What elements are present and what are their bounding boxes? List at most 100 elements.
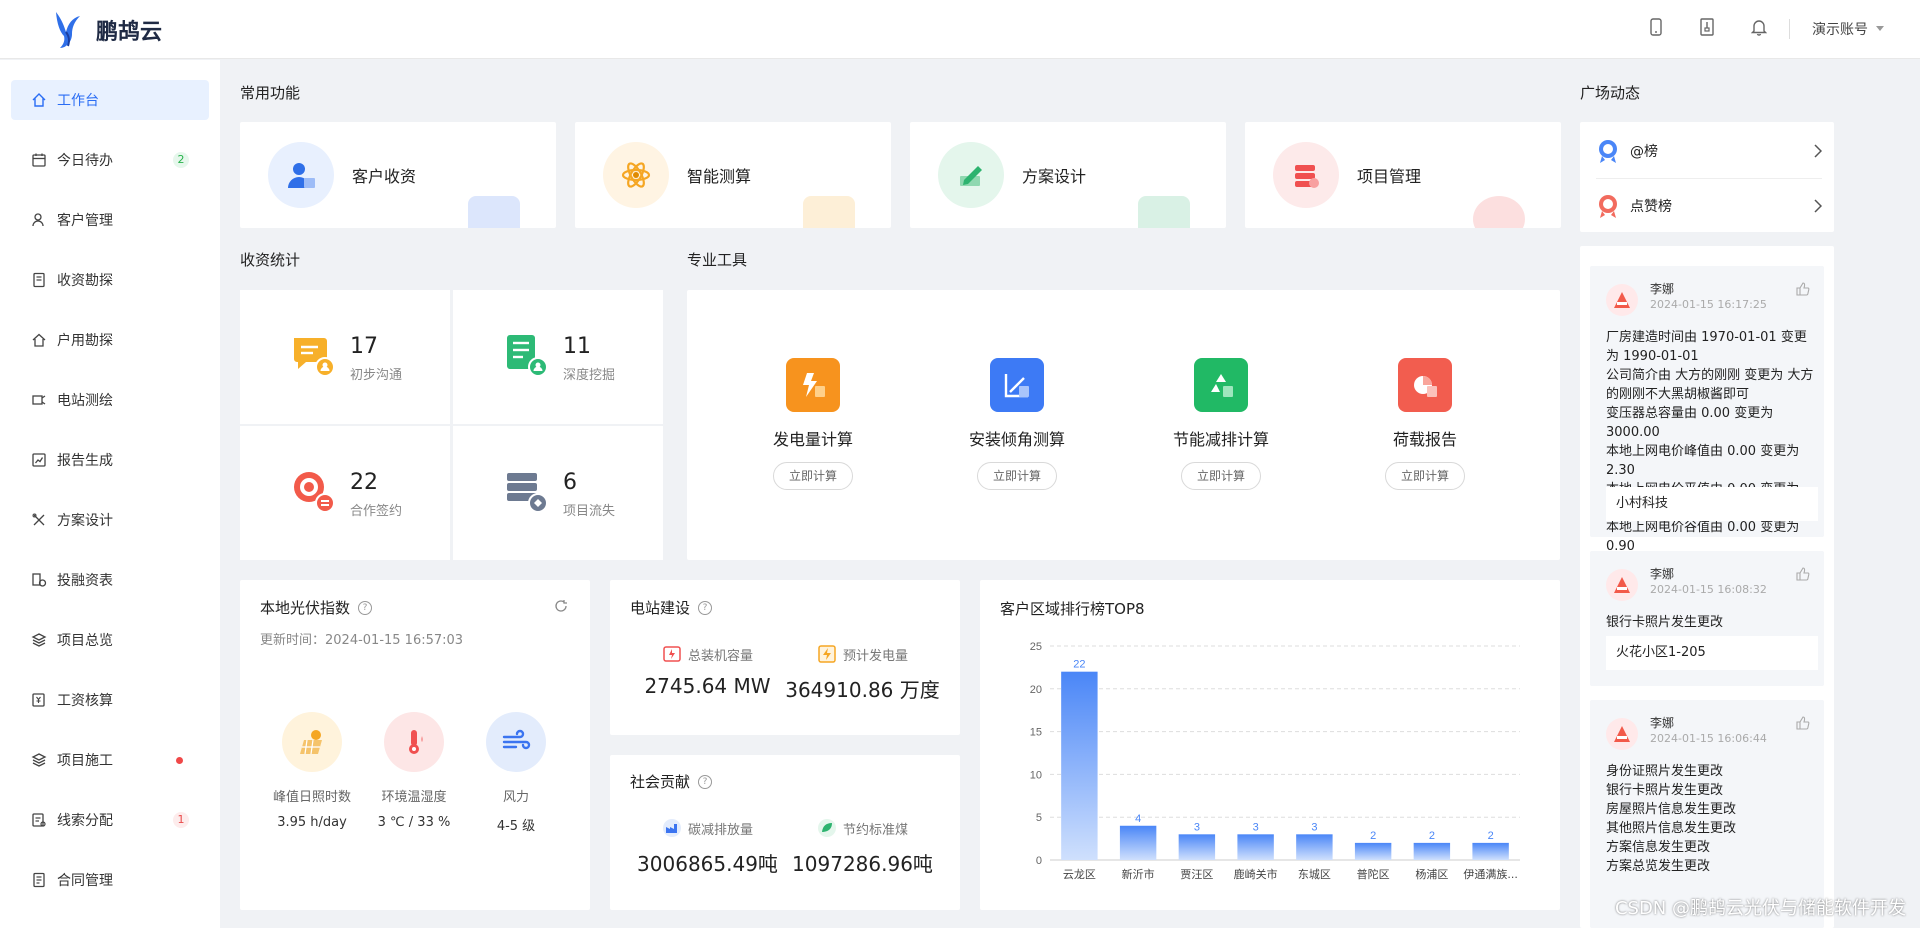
x-tick-label: 伊通满族... xyxy=(1463,867,1518,881)
calc-power-icon xyxy=(786,358,840,412)
help-icon[interactable]: ? xyxy=(358,600,373,615)
account-menu[interactable]: 演示账号 xyxy=(1812,19,1884,39)
feed-tag[interactable]: 火花小区1-205 xyxy=(1606,636,1818,670)
chart-report-icon xyxy=(31,452,47,468)
feed-time: 2024-01-15 16:06:44 xyxy=(1650,732,1767,745)
sidebar-item-survey[interactable]: 收资勘探 xyxy=(11,260,209,300)
func-card-customer-collect[interactable]: 客户收资 xyxy=(240,122,556,228)
station-title: 电站建设 ? xyxy=(630,597,713,618)
avatar-icon xyxy=(1606,569,1638,601)
y-tick-label: 15 xyxy=(1030,727,1042,739)
stat-number: 17 xyxy=(350,334,378,359)
feed-line: 公司简介由 大方的刚刚 变更为 大方的刚刚不大黑胡椒酱即可 xyxy=(1606,368,1814,402)
sidebar-item-workbench[interactable]: 工作台 xyxy=(11,80,209,120)
feed-line: 方案总览发生更改 xyxy=(1606,859,1711,874)
calc-now-button[interactable]: 立即计算 xyxy=(1181,462,1261,490)
func-card-design[interactable]: 方案设计 xyxy=(910,122,1226,228)
at-rank-link[interactable]: @榜 xyxy=(1596,136,1822,166)
app-logo[interactable]: 鹏鸪云 xyxy=(52,10,162,50)
feed-line: 银行卡照片发生更改 xyxy=(1606,615,1724,630)
y-tick-label: 0 xyxy=(1036,855,1042,867)
stat-label: 初步沟通 xyxy=(350,368,403,383)
sidebar-item-todo[interactable]: 今日待办 2 xyxy=(11,140,209,180)
house-icon xyxy=(31,332,47,348)
bar xyxy=(1354,842,1392,860)
top-bar: 鹏鸪云 演示账号 xyxy=(0,0,1920,59)
weather-label: 风力 xyxy=(502,790,529,805)
kv-value: 3006865.49吨 xyxy=(637,852,778,876)
sidebar-item-construction[interactable]: 项目施工 xyxy=(11,740,209,780)
tool-load-report[interactable]: 荷载报告 立即计算 xyxy=(1345,358,1505,490)
stat-initial-contact[interactable]: 17 初步沟通 xyxy=(240,290,450,424)
refresh-icon[interactable] xyxy=(554,599,568,613)
x-tick-label: 东城区 xyxy=(1298,868,1331,881)
sidebar-item-label: 今日待办 xyxy=(57,153,113,169)
thumb-up-icon[interactable] xyxy=(1796,282,1810,296)
bell-icon[interactable] xyxy=(1750,18,1768,40)
feed-tag[interactable]: 小村科技 xyxy=(1606,487,1818,521)
avatar-icon xyxy=(1606,718,1638,750)
sidebar-item-station-mapping[interactable]: 电站测绘 xyxy=(11,380,209,420)
feed-line: 变压器总容量由 0.00 变更为 3000.00 xyxy=(1606,406,1774,440)
app-name: 鹏鸪云 xyxy=(96,20,163,45)
factory-icon xyxy=(662,819,681,837)
kv-value: 364910.86 万度 xyxy=(785,678,940,702)
feed-line: 房屋照片信息发生更改 xyxy=(1606,802,1737,817)
stat-number: 6 xyxy=(563,470,577,495)
sidebar-item-report[interactable]: 报告生成 xyxy=(11,440,209,480)
feed-time: 2024-01-15 16:08:32 xyxy=(1650,583,1767,596)
panel-title-text: 社会贡献 xyxy=(630,773,691,791)
tool-angle-calc[interactable]: 安装倾角测算 立即计算 xyxy=(937,358,1097,490)
func-card-project-manage[interactable]: 项目管理 xyxy=(1245,122,1561,228)
clue-icon xyxy=(31,812,47,828)
calculator-watermark-icon xyxy=(803,196,855,228)
calc-now-button[interactable]: 立即计算 xyxy=(1385,462,1465,490)
tool-energy-saving[interactable]: 节能减排计算 立即计算 xyxy=(1141,358,1301,490)
stat-lost[interactable]: 6 项目流失 xyxy=(453,426,663,560)
kv-value: 2745.64 MW xyxy=(644,674,771,698)
mobile-icon[interactable] xyxy=(1649,18,1663,40)
bar xyxy=(1237,834,1274,860)
y-tick-label: 25 xyxy=(1030,641,1042,653)
bar-value-label: 3 xyxy=(1311,821,1317,833)
bar xyxy=(1178,834,1216,860)
bar xyxy=(1296,834,1333,860)
sidebar-item-clue-assign[interactable]: 线索分配 1 xyxy=(11,800,209,840)
tool-label: 节能减排计算 xyxy=(1172,430,1269,449)
func-card-smart-calc[interactable]: 智能测算 xyxy=(575,122,891,228)
stat-signed[interactable]: 22 合作签约 xyxy=(240,426,450,560)
sidebar-item-household-survey[interactable]: 户用勘探 xyxy=(11,320,209,360)
sidebar-item-design[interactable]: 方案设计 xyxy=(11,500,209,540)
tool-power-calc[interactable]: 发电量计算 立即计算 xyxy=(733,358,893,490)
bar-value-label: 4 xyxy=(1135,813,1141,825)
x-tick-label: 贾汪区 xyxy=(1180,868,1213,881)
thumb-up-icon[interactable] xyxy=(1796,716,1810,730)
sidebar-item-project-overview[interactable]: 项目总览 xyxy=(11,620,209,660)
server-icon xyxy=(507,473,548,513)
caret-down-icon xyxy=(1876,26,1884,31)
func-label: 客户收资 xyxy=(352,167,417,186)
calc-now-button[interactable]: 立即计算 xyxy=(773,462,853,490)
sidebar-item-label: 项目总览 xyxy=(57,633,113,649)
sidebar-item-finance[interactable]: 投融资表 xyxy=(11,560,209,600)
angle-calc-icon xyxy=(990,358,1044,412)
help-icon[interactable]: ? xyxy=(698,774,713,789)
common-functions-title: 常用功能 xyxy=(240,84,301,102)
help-icon[interactable]: ? xyxy=(698,600,713,615)
carbon-reduction: 碳减排放量 3006865.49吨 xyxy=(630,818,785,877)
expected-power: 预计发电量 364910.86 万度 xyxy=(785,644,940,703)
link-label: 点赞榜 xyxy=(1630,199,1672,215)
kv-value: 1097286.96吨 xyxy=(792,852,933,876)
stat-deep-mining[interactable]: 11 深度挖掘 xyxy=(453,290,663,424)
thumb-up-icon[interactable] xyxy=(1796,567,1810,581)
home-icon xyxy=(31,92,47,108)
sidebar-item-payroll[interactable]: 工资核算 xyxy=(11,680,209,720)
bar-value-label: 2 xyxy=(1370,830,1376,842)
update-time: 更新时间：2024-01-15 16:57:03 xyxy=(260,633,464,648)
calc-now-button[interactable]: 立即计算 xyxy=(977,462,1057,490)
sidebar-item-customers[interactable]: 客户管理 xyxy=(11,200,209,240)
feed-line: 银行卡照片发生更改 xyxy=(1606,783,1724,798)
like-rank-link[interactable]: 点赞榜 xyxy=(1596,191,1822,221)
archive-icon[interactable] xyxy=(1699,18,1715,40)
sidebar-item-contract[interactable]: 合同管理 xyxy=(11,860,209,900)
